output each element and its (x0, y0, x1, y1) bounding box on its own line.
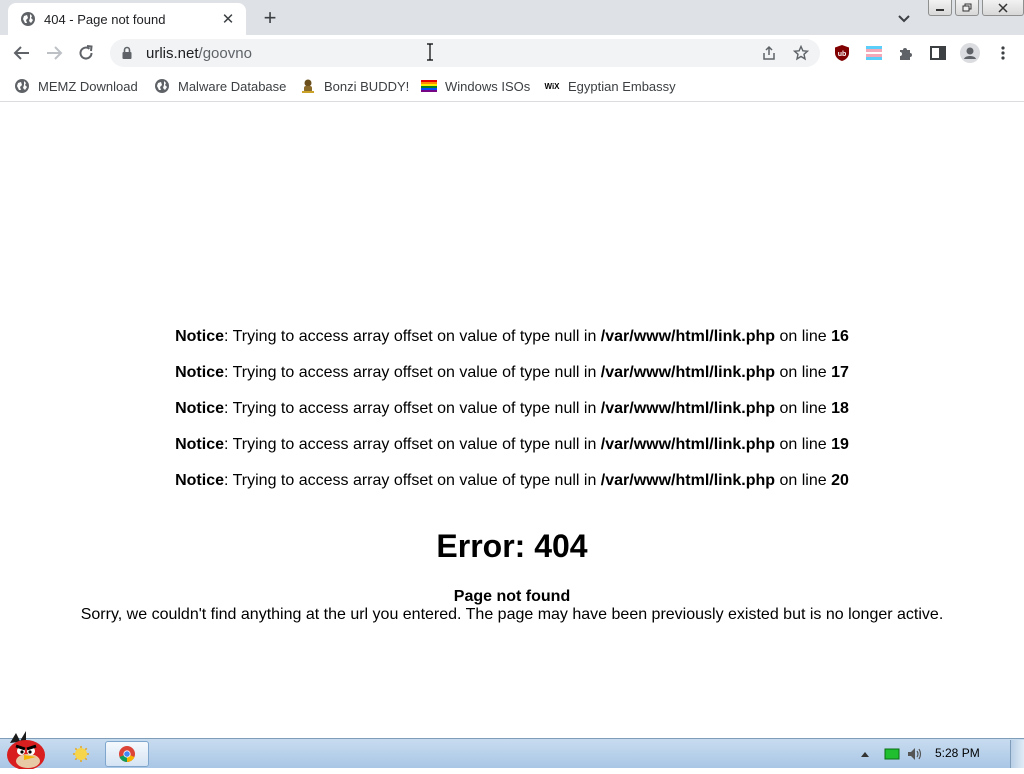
window-controls (928, 0, 1024, 16)
rainbow-flag-icon (421, 78, 437, 94)
notice-on-line: on line (775, 328, 832, 345)
reload-icon[interactable] (74, 41, 98, 65)
minimize-button[interactable] (928, 0, 952, 16)
url-path: /goovno (198, 44, 252, 62)
maximize-button[interactable] (955, 0, 979, 16)
notice-file: /var/www/html/link.php (600, 472, 776, 489)
notice-on-line: on line (775, 436, 832, 453)
taskbar: 5:28 PM (0, 731, 1024, 770)
side-panel-icon[interactable] (928, 43, 948, 63)
php-notice: Notice: Trying to access array offset on… (0, 364, 1024, 382)
bookmark-label: Windows ISOs (445, 78, 531, 94)
notice-file: /var/www/html/link.php (600, 328, 776, 345)
extensions-puzzle-icon[interactable] (896, 43, 916, 63)
error-subtitle: Page not found (453, 588, 571, 605)
globe-icon (154, 78, 170, 94)
show-hidden-icons-icon[interactable] (860, 750, 874, 758)
bookmark-windows-isos[interactable]: Windows ISOs (421, 77, 530, 95)
bookmark-egyptian-embassy[interactable]: WiX Egyptian Embassy (544, 77, 676, 95)
tab-404-page[interactable]: 404 - Page not found ✕ (8, 3, 246, 35)
notice-message: : Trying to access array offset on value… (224, 436, 601, 453)
wix-icon: WiX (544, 81, 560, 91)
bookmark-memz-download[interactable]: MEMZ Download (14, 77, 138, 95)
url-text: urlis.net/goovno (146, 45, 252, 62)
notice-file: /var/www/html/link.php (600, 364, 776, 381)
back-icon[interactable] (10, 41, 34, 65)
lock-icon[interactable] (120, 46, 134, 60)
network-icon[interactable] (884, 747, 906, 761)
notice-label: Notice (175, 436, 224, 453)
text-cursor-icon (426, 43, 434, 66)
close-window-button[interactable] (982, 0, 1024, 16)
notice-file: /var/www/html/link.php (600, 400, 776, 417)
bookmarks-bar: MEMZ Download Malware Database Bonzi BUD… (0, 71, 1024, 102)
error-description: Sorry, we couldn't find anything at the … (80, 606, 944, 623)
flag-extension-icon[interactable] (864, 43, 884, 63)
browser-toolbar: urlis.net/goovno ub (0, 35, 1024, 71)
notice-label: Notice (175, 400, 224, 417)
php-notice: Notice: Trying to access array offset on… (0, 400, 1024, 418)
close-tab-icon[interactable]: ✕ (220, 11, 236, 28)
tab-title: 404 - Page not found (44, 11, 166, 27)
url-domain: urlis.net (146, 44, 199, 62)
php-notice: Notice: Trying to access array offset on… (0, 436, 1024, 454)
notice-label: Notice (175, 328, 224, 345)
php-notice: Notice: Trying to access array offset on… (0, 472, 1024, 490)
chevron-down-icon[interactable] (894, 8, 914, 28)
notice-message: : Trying to access array offset on value… (224, 472, 601, 489)
bookmark-label: Egyptian Embassy (568, 78, 676, 94)
globe-icon (20, 11, 36, 27)
notice-message: : Trying to access array offset on value… (224, 328, 601, 345)
notice-label: Notice (175, 472, 224, 489)
notice-file: /var/www/html/link.php (600, 436, 776, 453)
bookmark-label: Bonzi BUDDY! (324, 78, 410, 94)
notice-message: : Trying to access array offset on value… (224, 364, 601, 381)
page-content: Notice: Trying to access array offset on… (0, 103, 1024, 738)
profile-avatar-icon[interactable] (960, 43, 980, 63)
notice-line-number: 19 (831, 436, 849, 453)
volume-icon[interactable] (906, 746, 926, 762)
error-title: Error: 404 (436, 528, 588, 564)
bookmark-label: Malware Database (178, 78, 287, 94)
tab-strip: 404 - Page not found ✕ + (0, 0, 1024, 35)
bonzi-icon (300, 78, 316, 94)
notice-line-number: 17 (831, 364, 849, 381)
bookmark-star-icon[interactable] (792, 44, 810, 62)
forward-icon[interactable] (42, 41, 66, 65)
bookmark-label: MEMZ Download (38, 78, 138, 94)
share-icon[interactable] (760, 44, 778, 62)
address-bar[interactable]: urlis.net/goovno (110, 39, 820, 67)
menu-dots-icon[interactable] (993, 43, 1013, 63)
notice-on-line: on line (775, 400, 832, 417)
taskbar-clock[interactable]: 5:28 PM (935, 746, 980, 760)
show-desktop-button[interactable] (1010, 740, 1024, 768)
svg-text:ub: ub (838, 51, 847, 58)
start-button-angry-bird-icon[interactable] (2, 731, 48, 770)
notice-line-number: 18 (831, 400, 849, 417)
php-notice: Notice: Trying to access array offset on… (0, 328, 1024, 346)
system-tray (860, 739, 926, 769)
notice-label: Notice (175, 364, 224, 381)
chrome-taskbar-icon[interactable] (105, 741, 149, 767)
explorer-taskbar-icon[interactable] (66, 741, 96, 767)
notice-line-number: 20 (831, 472, 849, 489)
new-tab-button[interactable]: + (258, 5, 282, 30)
notice-message: : Trying to access array offset on value… (224, 400, 601, 417)
bookmark-bonzi-buddy[interactable]: Bonzi BUDDY! (300, 77, 409, 95)
bookmark-malware-database[interactable]: Malware Database (154, 77, 286, 95)
notice-line-number: 16 (831, 328, 849, 345)
notice-on-line: on line (775, 472, 832, 489)
ublock-origin-icon[interactable]: ub (832, 43, 852, 63)
notice-on-line: on line (775, 364, 832, 381)
globe-icon (14, 78, 30, 94)
